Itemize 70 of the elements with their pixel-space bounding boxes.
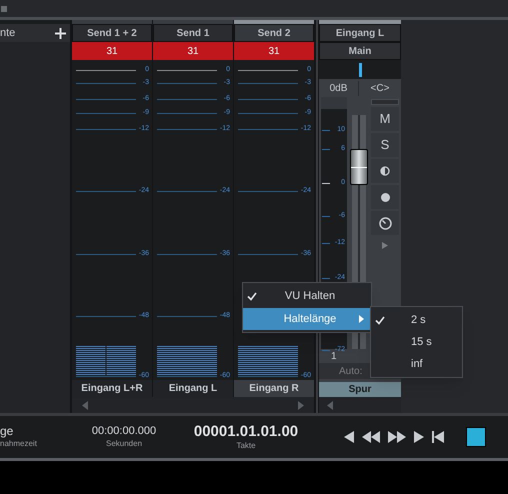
scale-line — [157, 112, 217, 114]
send-name[interactable]: Send 1 — [153, 24, 233, 42]
output-selector[interactable]: Main — [319, 42, 401, 60]
button-strip-top — [371, 99, 399, 105]
menu-item[interactable]: VU Halten — [243, 285, 371, 307]
scale-line — [238, 190, 298, 192]
scale-line — [76, 128, 136, 130]
send-name[interactable]: Send 2 — [234, 24, 314, 42]
fast-forward-icon[interactable] — [388, 431, 406, 443]
send-name[interactable]: Send 1 + 2 — [72, 24, 152, 42]
time-value: ge — [0, 424, 14, 438]
scale-line — [322, 148, 330, 150]
scale-line — [157, 98, 217, 100]
scale-line — [76, 112, 136, 114]
channel-button[interactable]: S — [371, 133, 399, 157]
monitor-button[interactable] — [371, 159, 399, 183]
timer-button[interactable] — [371, 211, 399, 235]
menu-item[interactable]: 2 s — [371, 309, 462, 331]
fader-handle[interactable] — [350, 149, 368, 185]
scale-line — [238, 82, 298, 84]
channel-name: Eingang R — [234, 380, 314, 397]
clock-icon — [378, 216, 392, 230]
scale-line — [157, 190, 217, 192]
seconds-label: Sekunden — [106, 438, 142, 450]
skip-start-icon[interactable] — [432, 431, 444, 443]
scale-line — [76, 82, 136, 84]
window-icon — [1, 6, 7, 12]
half-circle-icon — [380, 166, 390, 176]
back-icon[interactable] — [344, 431, 354, 443]
menu-item[interactable]: Haltelänge — [243, 308, 371, 330]
time-label: nahmezeit — [0, 438, 38, 450]
send-value[interactable]: 31 — [153, 42, 233, 60]
rewind-icon[interactable] — [362, 431, 380, 443]
bars-value: 00001.01.01.00 — [194, 424, 298, 440]
scale-line — [322, 182, 330, 184]
submenu-arrow-icon — [359, 315, 364, 323]
panel-title: nte — [0, 26, 16, 41]
pan-indicator[interactable] — [319, 60, 401, 79]
menu-item[interactable]: inf — [371, 353, 462, 375]
scale-line — [157, 82, 217, 84]
menu-item[interactable]: 15 s — [371, 331, 462, 353]
scale-line — [238, 98, 298, 100]
seconds-value: 00:00:00.000 — [92, 424, 156, 438]
send-value[interactable]: 31 — [72, 42, 152, 60]
track-button[interactable]: Spur — [319, 382, 401, 397]
channel-name: Eingang L+R — [72, 380, 152, 397]
add-icon[interactable] — [55, 28, 66, 38]
scale-line — [322, 242, 330, 244]
channel-name[interactable]: Eingang L — [319, 24, 401, 42]
dot-icon — [380, 192, 390, 202]
meter-peak-drawing — [76, 346, 136, 376]
scale-line — [157, 128, 217, 130]
bars-label: Takte — [236, 440, 256, 452]
channel-button[interactable]: M — [371, 107, 399, 131]
scale-line — [76, 190, 136, 192]
volume-value[interactable]: 0dB — [319, 80, 359, 96]
scale-line — [238, 112, 298, 114]
scale-line — [238, 128, 298, 130]
scale-line — [76, 98, 136, 100]
send-value[interactable]: 31 — [234, 42, 314, 60]
channel-name: Eingang L — [153, 380, 233, 397]
expand-icon[interactable] — [382, 242, 388, 248]
play-icon[interactable] — [414, 431, 424, 443]
pan-marker-icon — [358, 62, 362, 76]
meter-peak-drawing — [238, 346, 298, 376]
channel-number: 1 — [331, 350, 337, 364]
pan-value[interactable]: <C> — [359, 80, 401, 96]
meter-peak-drawing — [157, 346, 217, 376]
record-button[interactable] — [371, 185, 399, 209]
square-button[interactable] — [466, 427, 486, 447]
